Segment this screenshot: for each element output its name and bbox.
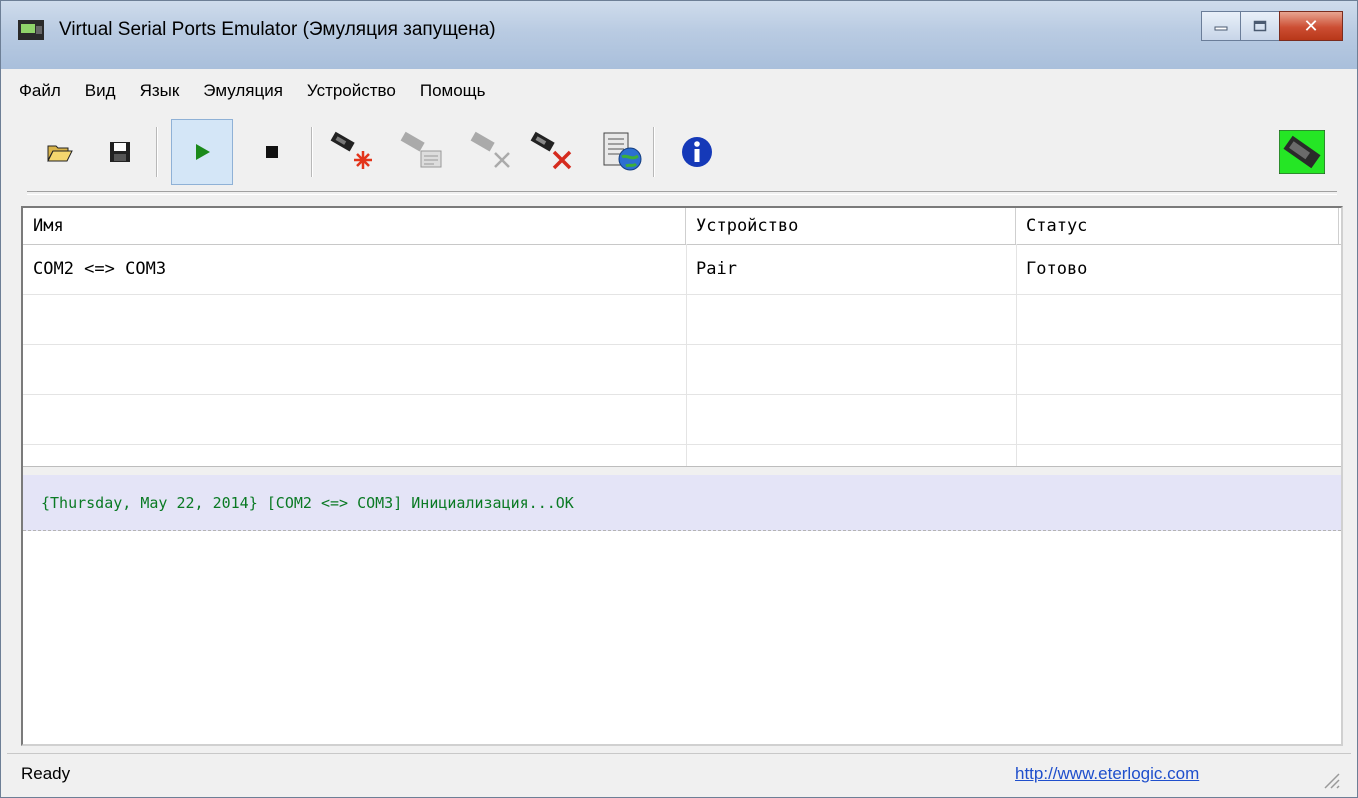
serial-port-app-icon: [18, 20, 44, 40]
open-button[interactable]: [29, 119, 91, 185]
maximize-icon: [1253, 20, 1267, 32]
status-text: Ready: [21, 764, 71, 783]
minimize-button[interactable]: [1201, 11, 1241, 41]
resize-grip-icon[interactable]: [1319, 768, 1341, 790]
window-controls: ✕: [1201, 11, 1343, 41]
toolbar: [21, 119, 1337, 189]
device-properties-icon: [400, 131, 442, 168]
emulation-status-indicator: [1271, 119, 1333, 185]
close-button[interactable]: ✕: [1279, 11, 1343, 41]
empty-row: [23, 394, 1341, 445]
play-icon: [196, 144, 210, 160]
device-status-cell: Готово: [1026, 259, 1088, 279]
menu-language[interactable]: Язык: [128, 81, 192, 101]
log-entry: {Thursday, May 22, 2014} [COM2 <=> COM3]…: [23, 475, 1341, 531]
main-panel: Имя Устройство Статус COM2 <=> COM3 Pair…: [21, 206, 1343, 746]
device-list: COM2 <=> COM3 Pair Готово: [23, 244, 1341, 466]
device-properties-button[interactable]: [391, 119, 453, 185]
window-title: Virtual Serial Ports Emulator (Эмуляция …: [59, 19, 496, 40]
stop-icon: [266, 146, 278, 158]
info-button[interactable]: [666, 119, 728, 185]
menu-file[interactable]: Файл: [7, 81, 73, 101]
save-button[interactable]: [89, 119, 151, 185]
website-link[interactable]: http://www.eterlogic.com: [1015, 764, 1199, 784]
network-settings-icon: [603, 132, 642, 171]
save-icon: [110, 142, 130, 162]
emulation-status-icon: [1279, 130, 1325, 174]
column-header-status[interactable]: Статус: [1016, 208, 1339, 244]
remove-device-icon: [470, 131, 510, 168]
remove-device-button[interactable]: [461, 119, 523, 185]
status-bar: Ready http://www.eterlogic.com: [7, 753, 1351, 794]
network-settings-button[interactable]: [591, 119, 653, 185]
device-list-header: Имя Устройство Статус: [23, 208, 1341, 245]
device-type-cell: Pair: [696, 259, 737, 279]
close-icon: ✕: [1303, 15, 1319, 37]
start-button[interactable]: [171, 119, 233, 185]
create-device-button[interactable]: [321, 119, 383, 185]
menu-device[interactable]: Устройство: [295, 81, 408, 101]
menu-help[interactable]: Помощь: [408, 81, 498, 101]
delete-device-icon: [530, 131, 572, 170]
minimize-icon: [1214, 26, 1228, 31]
log-panel[interactable]: {Thursday, May 22, 2014} [COM2 <=> COM3]…: [23, 475, 1341, 744]
menu-view[interactable]: Вид: [73, 81, 128, 101]
maximize-button[interactable]: [1240, 11, 1280, 41]
stop-button[interactable]: [241, 119, 303, 185]
column-divider: [1016, 244, 1017, 466]
delete-device-button[interactable]: [521, 119, 583, 185]
column-header-device[interactable]: Устройство: [686, 208, 1016, 244]
open-icon: [47, 145, 73, 162]
column-divider: [686, 244, 687, 466]
title-bar[interactable]: Virtual Serial Ports Emulator (Эмуляция …: [1, 1, 1357, 69]
menu-bar: Файл Вид Язык Эмуляция Устройство Помощь: [7, 71, 1351, 111]
toolbar-divider: [27, 191, 1337, 195]
create-device-icon: [330, 131, 372, 169]
app-window: Virtual Serial Ports Emulator (Эмуляция …: [0, 0, 1358, 798]
table-row[interactable]: COM2 <=> COM3 Pair Готово: [23, 244, 1341, 295]
empty-row: [23, 344, 1341, 395]
empty-row: [23, 294, 1341, 345]
column-header-name[interactable]: Имя: [23, 208, 686, 244]
info-icon: [682, 137, 712, 167]
device-name-cell: COM2 <=> COM3: [33, 259, 167, 279]
menu-emulation[interactable]: Эмуляция: [191, 81, 295, 101]
